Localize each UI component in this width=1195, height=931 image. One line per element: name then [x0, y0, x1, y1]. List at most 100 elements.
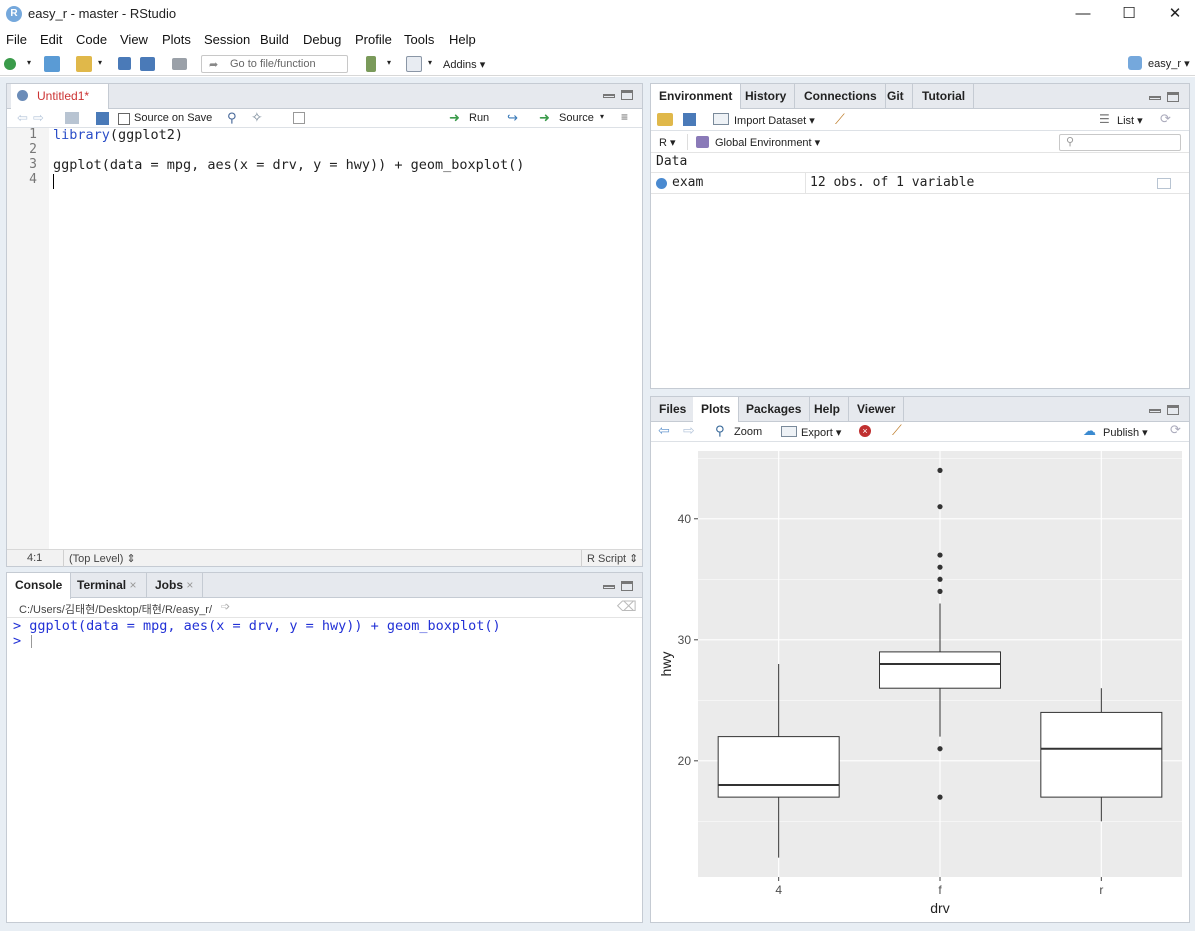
- load-workspace-icon[interactable]: [657, 113, 673, 126]
- grid-layout-icon[interactable]: [406, 56, 422, 72]
- magic-wand-icon[interactable]: ✧: [251, 109, 263, 126]
- outlier-point: [937, 794, 943, 800]
- new-project-icon[interactable]: [44, 56, 60, 72]
- tab-tutorial[interactable]: Tutorial: [914, 84, 975, 109]
- source-on-save-checkbox[interactable]: [118, 113, 130, 125]
- back-arrow-icon[interactable]: ⇦: [17, 110, 28, 126]
- goto-file-input[interactable]: Go to file/function: [201, 55, 348, 73]
- tab-git[interactable]: Git: [879, 84, 913, 109]
- rerun-icon[interactable]: ↪: [507, 110, 518, 126]
- addins-menu[interactable]: Addins ▾: [443, 58, 485, 71]
- scope-label: (Top Level): [69, 553, 124, 565]
- environment-search-input[interactable]: ⚲: [1059, 134, 1181, 151]
- maximize-pane-icon[interactable]: [1167, 405, 1179, 415]
- refresh-icon[interactable]: ⟳: [1170, 422, 1181, 438]
- minimize-pane-icon[interactable]: [1149, 96, 1161, 100]
- go-to-directory-icon[interactable]: ➩: [221, 600, 230, 613]
- chevron-down-icon[interactable]: ▾: [98, 58, 102, 67]
- new-file-icon[interactable]: [4, 58, 16, 70]
- menu-profile[interactable]: Profile: [355, 32, 392, 47]
- tab-console[interactable]: Console: [7, 573, 72, 599]
- tab-help[interactable]: Help: [806, 397, 850, 422]
- open-file-icon[interactable]: [76, 56, 92, 72]
- save-workspace-icon[interactable]: [683, 113, 696, 126]
- publish-button[interactable]: Publish ▾: [1103, 426, 1148, 439]
- menu-build[interactable]: Build: [260, 32, 289, 47]
- minimize-pane-icon[interactable]: [603, 94, 615, 98]
- print-icon[interactable]: [172, 58, 187, 70]
- language-selector[interactable]: R ▾: [659, 136, 676, 149]
- filetype-selector[interactable]: R Script ⇕: [587, 552, 638, 565]
- remove-plot-icon[interactable]: ×: [859, 425, 871, 437]
- tab-connections[interactable]: Connections: [796, 84, 886, 109]
- minimize-pane-icon[interactable]: [603, 585, 615, 589]
- chevron-down-icon[interactable]: ▾: [387, 58, 391, 67]
- outlier-point: [937, 564, 943, 570]
- forward-arrow-icon[interactable]: ⇨: [33, 110, 44, 126]
- source-arrow-icon[interactable]: ➜: [539, 110, 550, 126]
- list-view-button[interactable]: List ▾: [1117, 114, 1143, 127]
- vcs-icon[interactable]: [366, 56, 376, 72]
- menu-tools[interactable]: Tools: [404, 32, 434, 47]
- chevron-down-icon[interactable]: ▾: [600, 112, 604, 121]
- broom-icon[interactable]: ⟋: [835, 111, 845, 128]
- save-icon[interactable]: [118, 57, 131, 70]
- tab-viewer[interactable]: Viewer: [849, 397, 905, 422]
- project-menu[interactable]: easy_r ▾: [1148, 57, 1190, 70]
- menu-file[interactable]: File: [6, 32, 27, 47]
- close-tab-icon[interactable]: ×: [129, 578, 136, 592]
- save-icon[interactable]: [96, 112, 109, 125]
- maximize-pane-icon[interactable]: [621, 581, 633, 591]
- environment-row[interactable]: exam 12 obs. of 1 variable: [651, 172, 1189, 194]
- outline-icon[interactable]: ≡: [621, 110, 628, 124]
- menu-plots[interactable]: Plots: [162, 32, 191, 47]
- console-output[interactable]: > ggplot(data = mpg, aes(x = drv, y = hw…: [7, 618, 642, 922]
- close-tab-icon[interactable]: ×: [186, 578, 193, 592]
- menu-help[interactable]: Help: [449, 32, 476, 47]
- tab-history[interactable]: History: [737, 84, 796, 109]
- export-button[interactable]: Export ▾: [801, 426, 841, 439]
- show-in-window-icon[interactable]: [65, 112, 79, 124]
- menu-view[interactable]: View: [120, 32, 148, 47]
- previous-plot-icon[interactable]: ⇦: [658, 422, 670, 439]
- maximize-pane-icon[interactable]: [621, 90, 633, 100]
- run-button[interactable]: Run: [469, 112, 489, 124]
- next-plot-icon[interactable]: ⇨: [683, 422, 695, 439]
- menu-session[interactable]: Session: [204, 32, 250, 47]
- zoom-button[interactable]: Zoom: [734, 426, 762, 438]
- close-button[interactable]: ✕: [1152, 0, 1195, 29]
- object-value: 12 obs. of 1 variable: [810, 175, 975, 190]
- menu-code[interactable]: Code: [76, 32, 107, 47]
- view-data-icon[interactable]: [1157, 178, 1171, 189]
- scope-selector[interactable]: (Top Level) ⇕: [69, 552, 136, 565]
- global-environment-selector[interactable]: Global Environment ▾: [715, 136, 820, 149]
- clear-console-icon[interactable]: ⌫: [617, 598, 637, 615]
- menu-debug[interactable]: Debug: [303, 32, 341, 47]
- tab-environment[interactable]: Environment: [651, 84, 742, 110]
- minimize-pane-icon[interactable]: [1149, 409, 1161, 413]
- source-button[interactable]: Source: [559, 112, 594, 124]
- tab-packages[interactable]: Packages: [738, 397, 811, 422]
- tab-plots[interactable]: Plots: [693, 397, 740, 423]
- chevron-down-icon[interactable]: ▾: [27, 58, 31, 67]
- tab-jobs[interactable]: Jobs ×: [147, 573, 203, 598]
- import-dataset-button[interactable]: Import Dataset ▾: [734, 114, 815, 127]
- maximize-pane-icon[interactable]: [1167, 92, 1179, 102]
- tab-terminal[interactable]: Terminal ×: [69, 573, 147, 598]
- menu-edit[interactable]: Edit: [40, 32, 62, 47]
- menu-bar: File Edit Code View Plots Session Build …: [0, 29, 1195, 51]
- code-editor[interactable]: library(ggplot2) ggplot(data = mpg, aes(…: [49, 127, 642, 549]
- maximize-button[interactable]: ☐: [1106, 0, 1152, 29]
- search-icon[interactable]: ⚲: [227, 110, 237, 126]
- console-prompt: >: [13, 633, 30, 649]
- refresh-icon[interactable]: ⟳: [1160, 111, 1171, 127]
- expand-icon[interactable]: [656, 178, 667, 189]
- search-icon: ⚲: [1066, 136, 1075, 148]
- broom-icon[interactable]: ⟋: [892, 422, 902, 439]
- save-all-icon[interactable]: [140, 57, 155, 71]
- chevron-down-icon[interactable]: ▾: [428, 58, 432, 67]
- tab-files[interactable]: Files: [651, 397, 696, 422]
- minimize-button[interactable]: —: [1060, 0, 1106, 29]
- compile-report-icon[interactable]: [293, 112, 305, 124]
- run-arrow-icon[interactable]: ➜: [449, 110, 460, 126]
